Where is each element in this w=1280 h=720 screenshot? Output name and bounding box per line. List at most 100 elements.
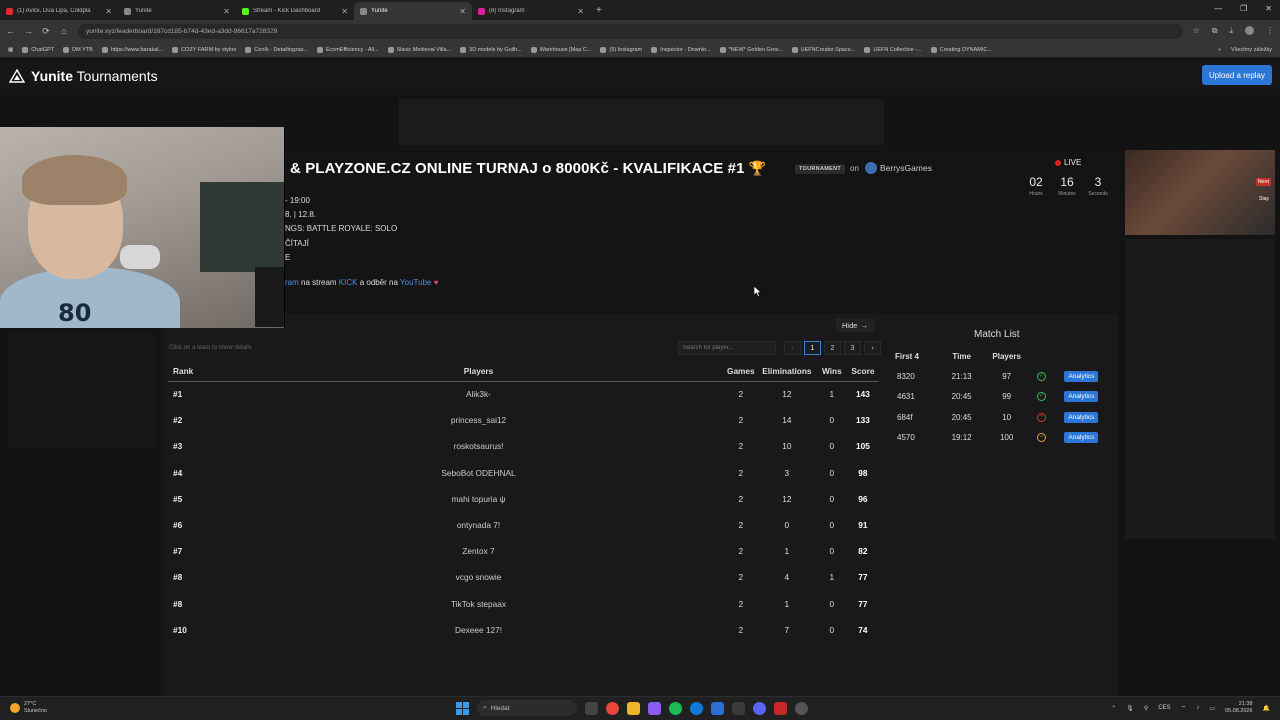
leaderboard-row[interactable]: #6 ontynada 7! 2 0 0 91	[168, 512, 879, 538]
taskbar-clock[interactable]: 21:38 05.08.2026	[1225, 701, 1253, 715]
bookmark-item[interactable]: DM YTB	[63, 46, 93, 53]
spotify-icon[interactable]	[669, 701, 682, 715]
leaderboard-row[interactable]: #7 Zentox 7 2 1 0 82	[168, 538, 879, 564]
analytics-button[interactable]: Analytics	[1064, 370, 1099, 382]
leaderboard-row[interactable]: #4 SeboBot ODEHNAL 2 3 0 98	[168, 460, 879, 486]
bookmark-item[interactable]: *NEW* Golden Grov...	[719, 46, 783, 53]
battery-icon[interactable]: ▭	[1209, 705, 1215, 712]
bookmark-item[interactable]: 3D models by Guilh...	[460, 46, 522, 53]
menu-kebab-icon[interactable]: ⋮	[1266, 26, 1274, 36]
yunite-logo[interactable]: Yunite Tournaments	[9, 68, 158, 84]
organizer-link[interactable]: BerrysGames	[865, 162, 932, 174]
col-players[interactable]: Players	[232, 361, 725, 382]
bookmark-item[interactable]: Creating DYNAMIC...	[930, 46, 992, 53]
minimize-icon[interactable]: —	[1214, 4, 1222, 13]
bookmark-item[interactable]: EcomEfficiency - All...	[316, 46, 379, 53]
analytics-button[interactable]: Analytics	[1064, 432, 1099, 444]
leaderboard-row[interactable]: #3 roskotsaurus! 2 10 0 105	[168, 433, 879, 459]
page-3-button[interactable]: 3	[844, 341, 861, 355]
leaderboard-row[interactable]: #8 vcgo snowie 2 4 1 77	[168, 564, 879, 590]
chrome-icon[interactable]	[606, 701, 619, 715]
pagination-prev-icon[interactable]: ‹	[784, 341, 801, 355]
page-2-button[interactable]: 2	[824, 341, 841, 355]
back-icon[interactable]: ←	[6, 26, 15, 36]
leaderboard-row[interactable]: #8 TikTok stepaax 2 1 0 77	[168, 591, 879, 617]
browser-tab[interactable]: (1) Avicii, Dua Lipa, Coldpla ✕	[0, 2, 118, 20]
col-score[interactable]: Score	[846, 361, 879, 382]
bookmark-item[interactable]: COZY FARM by styloo	[172, 46, 236, 53]
leaderboard-row[interactable]: #1 Alik3k- 2 12 1 143	[168, 381, 879, 407]
leaderboard-row[interactable]: #5 mahi topuria ψ 2 12 0 96	[168, 486, 879, 512]
app-icon[interactable]	[648, 701, 661, 715]
mic-icon[interactable]: 🎙	[1126, 705, 1134, 712]
task-view-icon[interactable]	[585, 701, 598, 715]
page-1-button[interactable]: 1	[804, 341, 821, 355]
bookmark-item[interactable]: UEFN Collective -...	[864, 46, 922, 53]
wifi-icon[interactable]: ⌔	[1181, 704, 1187, 712]
col-wins[interactable]: Wins	[816, 361, 847, 382]
notifications-icon[interactable]: 🔔	[1263, 705, 1270, 712]
instagram-link[interactable]: ram	[285, 278, 299, 287]
reload-icon[interactable]: ⟳	[42, 26, 50, 37]
bookmark-item[interactable]: Warehouse [Map C...	[530, 46, 591, 53]
leaderboard-row[interactable]: #2 princess_sai12 2 14 0 133	[168, 407, 879, 433]
volume-icon[interactable]: ♪	[1196, 705, 1199, 711]
youtube-link[interactable]: YouTube	[400, 278, 431, 287]
bookmark-item[interactable]: (5) Instagram	[600, 46, 642, 53]
new-tab-button[interactable]: +	[596, 5, 602, 16]
app-icon[interactable]	[774, 701, 787, 715]
browser-tab[interactable]: Stream - Kick Dashboard ✕	[236, 2, 354, 20]
language-indicator[interactable]: CES	[1158, 705, 1170, 711]
bluetooth-icon[interactable]: ⚲	[1144, 705, 1148, 712]
profile-avatar[interactable]	[1245, 26, 1254, 35]
analytics-button[interactable]: Analytics	[1064, 391, 1099, 403]
file-explorer-icon[interactable]	[627, 701, 640, 715]
tab-close-icon[interactable]: ✕	[223, 7, 230, 16]
extensions-icon[interactable]: ⧉	[1212, 26, 1218, 36]
browser-tab[interactable]: Yunite ✕	[354, 2, 472, 20]
home-icon[interactable]: ⌂	[60, 26, 68, 36]
maximize-icon[interactable]: ❐	[1240, 4, 1247, 13]
bookmarks-overflow-icon[interactable]: »	[1218, 47, 1221, 53]
edge-icon[interactable]	[690, 701, 703, 715]
bookmark-item[interactable]: ChatGPT	[22, 46, 54, 53]
col-rank[interactable]: Rank	[168, 361, 233, 382]
bookmark-item[interactable]: Slavic Medieval Villa...	[387, 46, 451, 53]
weather-widget[interactable]: 27°C Slunečno	[10, 701, 47, 715]
leaderboard-row[interactable]: #10 Dexeee 127! 2 7 0 74	[168, 617, 879, 643]
windows-start-icon[interactable]	[456, 701, 469, 715]
kick-link[interactable]: KICK	[339, 278, 358, 287]
tab-close-icon[interactable]: ✕	[341, 7, 348, 16]
stream-thumbnail[interactable]: Next Stay	[1125, 150, 1275, 235]
analytics-button[interactable]: Analytics	[1064, 411, 1099, 423]
browser-tab[interactable]: (8) Instagram ✕	[472, 2, 590, 20]
all-bookmarks-link[interactable]: Všechny záložky	[1231, 47, 1272, 53]
apps-grid-icon[interactable]: ▦	[8, 47, 13, 53]
upload-replay-button[interactable]: Upload a replay	[1201, 65, 1272, 85]
tab-close-icon[interactable]: ✕	[105, 7, 112, 16]
bookmark-star-icon[interactable]: ☆	[1193, 26, 1200, 36]
bookmark-item[interactable]: Inspector - Downlo...	[651, 46, 711, 53]
tab-close-icon[interactable]: ✕	[459, 7, 466, 16]
taskbar-search[interactable]: ⌕ Hledat	[477, 700, 577, 716]
forward-icon[interactable]: →	[24, 26, 33, 36]
discord-icon[interactable]	[753, 701, 766, 715]
hide-button[interactable]: Hide →	[836, 318, 874, 332]
next-button[interactable]: Next	[1255, 178, 1271, 186]
address-bar[interactable]: yunite.xyz/leaderboard/287cd185-b74d-43e…	[78, 23, 1183, 39]
bookmark-item[interactable]: https://www.barakal...	[101, 46, 163, 53]
col-eliminations[interactable]: Eliminations	[756, 361, 817, 382]
player-search-input[interactable]	[678, 341, 776, 355]
store-icon[interactable]	[711, 701, 724, 715]
bookmark-item[interactable]: UEFNCreator.Space...	[791, 46, 855, 53]
col-games[interactable]: Games	[724, 361, 757, 382]
tray-overflow-icon[interactable]: ⌃	[1111, 705, 1116, 712]
stay-button[interactable]: Stay	[1259, 196, 1269, 202]
app-icon[interactable]	[732, 701, 745, 715]
downloads-icon[interactable]: ⤓	[1229, 26, 1233, 36]
settings-icon[interactable]	[795, 701, 808, 715]
bookmark-item[interactable]: Ceník - Detailingzav...	[245, 46, 308, 53]
pagination-next-icon[interactable]: ›	[864, 341, 881, 355]
browser-tab[interactable]: Yunite ✕	[118, 2, 236, 20]
tab-close-icon[interactable]: ✕	[577, 7, 584, 16]
